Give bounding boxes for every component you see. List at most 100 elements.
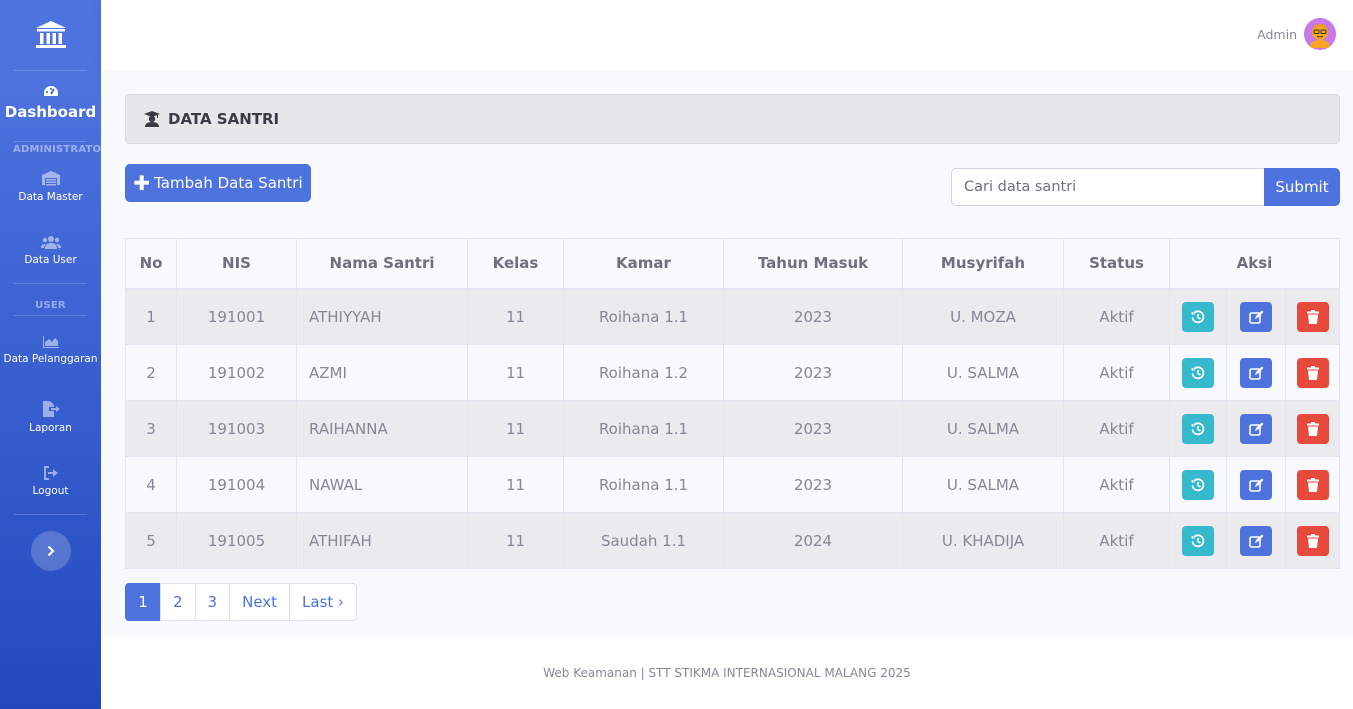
cell-tahun-masuk: 2023 bbox=[723, 456, 903, 513]
cell-tahun-masuk: 2023 bbox=[723, 288, 903, 345]
santri-table: No NIS Nama Santri Kelas Kamar Tahun Mas… bbox=[125, 238, 1340, 569]
tachometer-icon bbox=[43, 86, 58, 96]
trash-icon bbox=[1306, 309, 1319, 324]
delete-button[interactable] bbox=[1296, 413, 1329, 444]
edit-button[interactable] bbox=[1240, 469, 1272, 500]
page-link-last[interactable]: Last › bbox=[289, 583, 358, 621]
history-icon bbox=[1191, 310, 1205, 323]
delete-button[interactable] bbox=[1296, 469, 1329, 500]
cell-edit-action bbox=[1226, 288, 1286, 345]
edit-icon bbox=[1248, 534, 1263, 548]
brand[interactable] bbox=[0, 0, 101, 70]
table-row: 4 191004 NAWAL 11 Roihana 1.1 2023 U. SALMA Akt… bbox=[125, 456, 1340, 513]
cell-delete-action bbox=[1285, 288, 1340, 345]
history-icon bbox=[1191, 533, 1205, 547]
table-row: 5 191005 ATHIFAH 11 Saudah 1.1 2024 U. KHADIJA… bbox=[125, 512, 1340, 569]
sidebar-item-dashboard[interactable]: Dashboard bbox=[0, 71, 101, 141]
pagination: 1 2 3 Next Last › bbox=[125, 583, 358, 621]
cell-delete-action bbox=[1285, 400, 1340, 457]
history-button[interactable] bbox=[1182, 525, 1214, 556]
cell-status: Aktif bbox=[1063, 400, 1170, 457]
add-santri-label: Tambah Data Santri bbox=[154, 174, 303, 192]
sidebar-item-label: Laporan bbox=[29, 421, 72, 434]
sidebar-divider bbox=[14, 141, 87, 142]
history-button[interactable] bbox=[1182, 413, 1214, 444]
cell-delete-action bbox=[1285, 512, 1340, 569]
edit-button[interactable] bbox=[1240, 525, 1272, 556]
footer-text: Web Keamanan | STT STIKMA INTERNASIONAL … bbox=[543, 666, 911, 680]
page-link-2[interactable]: 2 bbox=[160, 583, 196, 621]
cell-nama: AZMI bbox=[296, 344, 468, 401]
column-header: Status bbox=[1063, 238, 1170, 290]
column-header: Musyrifah bbox=[902, 238, 1064, 290]
page-link-1[interactable]: 1 bbox=[125, 583, 161, 621]
cell-nama: ATHIFAH bbox=[296, 512, 468, 569]
cell-musyrifah: U. SALMA bbox=[902, 456, 1064, 513]
user-name[interactable]: Admin bbox=[1257, 27, 1297, 42]
edit-button[interactable] bbox=[1240, 301, 1272, 332]
cell-kelas: 11 bbox=[467, 456, 564, 513]
cell-status: Aktif bbox=[1063, 344, 1170, 401]
search-input[interactable] bbox=[951, 168, 1264, 206]
sidebar: Dashboard ADMINISTRATOR Data Master Data… bbox=[0, 0, 109, 709]
sidebar-item-data-user[interactable]: Data User bbox=[0, 219, 101, 283]
delete-button[interactable] bbox=[1296, 525, 1329, 556]
cell-edit-action bbox=[1226, 400, 1286, 457]
cell-kelas: 11 bbox=[467, 400, 564, 457]
cell-delete-action bbox=[1285, 344, 1340, 401]
history-button[interactable] bbox=[1182, 469, 1214, 500]
delete-button[interactable] bbox=[1296, 357, 1329, 388]
sidebar-toggle-button[interactable] bbox=[30, 531, 71, 571]
cell-kelas: 11 bbox=[467, 288, 564, 345]
cell-no: 5 bbox=[125, 512, 177, 569]
submit-button[interactable]: Submit bbox=[1264, 168, 1340, 206]
cell-nama: RAIHANNA bbox=[296, 400, 468, 457]
cell-history-action bbox=[1169, 400, 1227, 457]
sidebar-item-logout[interactable]: Logout bbox=[0, 450, 101, 514]
cell-history-action bbox=[1169, 288, 1227, 345]
page-link-next[interactable]: Next bbox=[229, 583, 291, 621]
cell-nama: ATHIYYAH bbox=[296, 288, 468, 345]
footer: Web Keamanan | STT STIKMA INTERNASIONAL … bbox=[101, 637, 1353, 709]
cell-kelas: 11 bbox=[467, 344, 564, 401]
cell-history-action bbox=[1169, 512, 1227, 569]
column-header: Kamar bbox=[563, 238, 724, 290]
cell-tahun-masuk: 2024 bbox=[723, 512, 903, 569]
delete-button[interactable] bbox=[1296, 301, 1329, 332]
page-title: DATA SANTRI bbox=[168, 110, 280, 128]
table-row: 1 191001 ATHIYYAH 11 Roihana 1.1 2023 U. MOZA A… bbox=[125, 288, 1340, 345]
cell-status: Aktif bbox=[1063, 456, 1170, 513]
cell-nis: 191004 bbox=[176, 456, 297, 513]
edit-icon bbox=[1248, 366, 1263, 380]
users-icon bbox=[40, 235, 61, 249]
column-header: Aksi bbox=[1169, 238, 1340, 290]
sidebar-item-data-pelanggaran[interactable]: Data Pelanggaran bbox=[0, 316, 101, 386]
edit-icon bbox=[1248, 310, 1263, 324]
cell-edit-action bbox=[1226, 344, 1286, 401]
sidebar-item-data-master[interactable]: Data Master bbox=[0, 155, 101, 219]
search-form: Submit bbox=[951, 168, 1340, 206]
avatar[interactable] bbox=[1304, 18, 1336, 50]
chevron-right-icon bbox=[47, 545, 55, 557]
edit-button[interactable] bbox=[1240, 357, 1272, 388]
cell-kamar: Roihana 1.2 bbox=[563, 344, 724, 401]
cell-kamar: Saudah 1.1 bbox=[563, 512, 724, 569]
table-header-row: No NIS Nama Santri Kelas Kamar Tahun Mas… bbox=[125, 238, 1340, 290]
cell-nis: 191002 bbox=[176, 344, 297, 401]
file-export-icon bbox=[42, 400, 60, 417]
user-avatar-icon bbox=[1304, 18, 1336, 50]
sidebar-item-laporan[interactable]: Laporan bbox=[0, 386, 101, 450]
edit-button[interactable] bbox=[1240, 413, 1272, 444]
cell-delete-action bbox=[1285, 456, 1340, 513]
history-icon bbox=[1191, 365, 1205, 379]
page-link-3[interactable]: 3 bbox=[194, 583, 231, 621]
cell-nis: 191001 bbox=[176, 288, 297, 345]
history-button[interactable] bbox=[1182, 301, 1214, 332]
add-santri-button[interactable]: ✚ Tambah Data Santri bbox=[125, 164, 311, 202]
page-header: DATA SANTRI bbox=[125, 94, 1340, 144]
chart-area-icon bbox=[42, 335, 59, 348]
history-button[interactable] bbox=[1182, 357, 1214, 388]
column-header: Nama Santri bbox=[296, 238, 468, 290]
cell-tahun-masuk: 2023 bbox=[723, 400, 903, 457]
cell-musyrifah: U. MOZA bbox=[902, 288, 1064, 345]
